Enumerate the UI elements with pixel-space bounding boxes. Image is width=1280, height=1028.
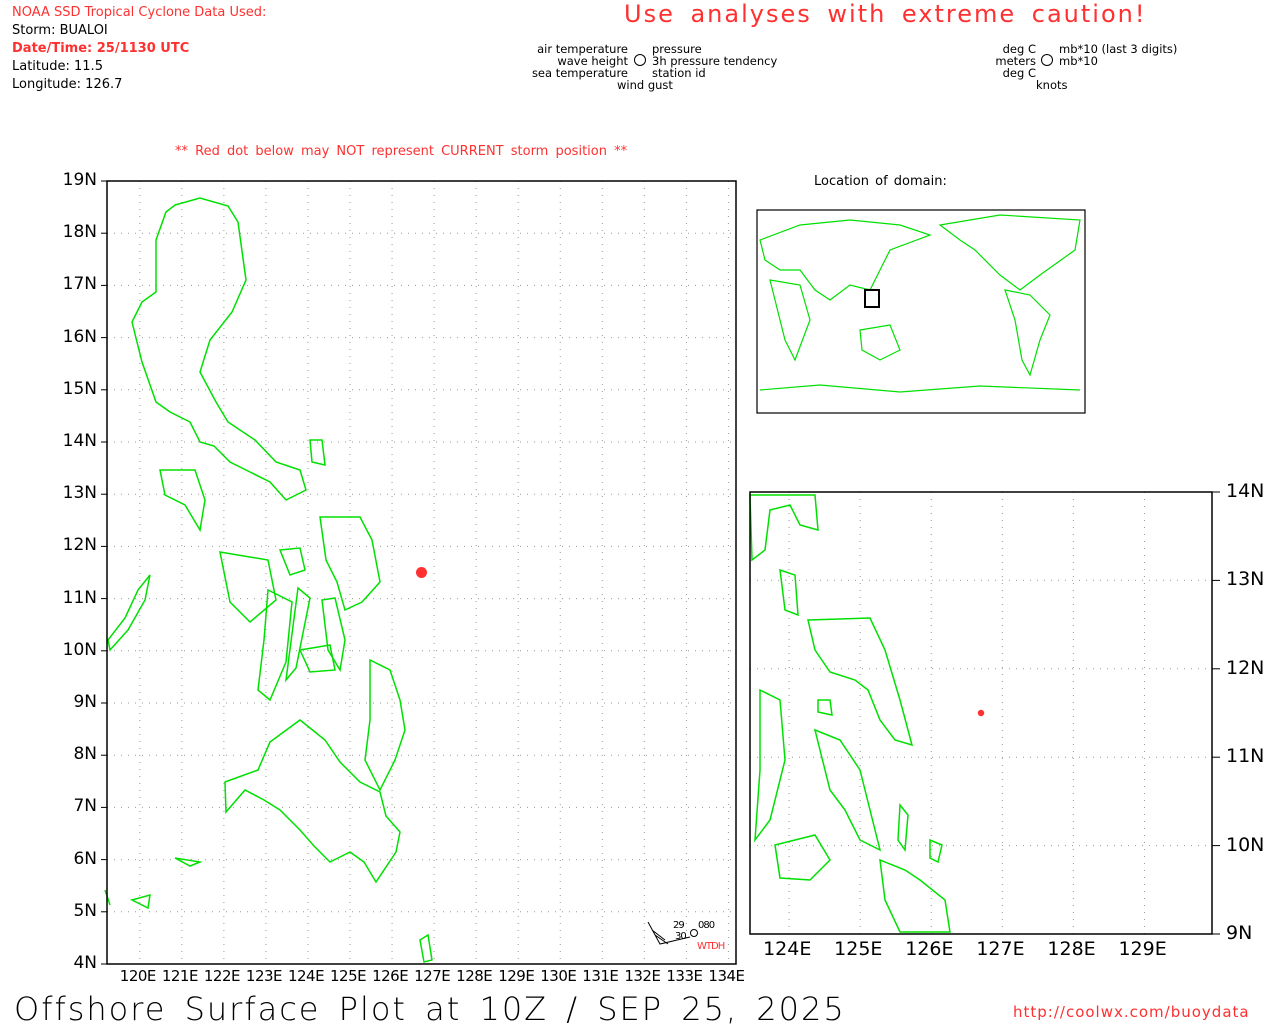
- lon-tick-label: 125E: [834, 938, 883, 960]
- lon-tick-label: 128E: [1047, 938, 1096, 960]
- lat-tick-label: 6N: [73, 848, 97, 869]
- lon-tick-label: 125E: [330, 967, 367, 985]
- zoom-mindanao-coast: [879, 858, 951, 933]
- lat-tick-label: 14N: [1226, 480, 1265, 502]
- lat-tick-label: 12N: [62, 535, 97, 556]
- domain-locator-map: [756, 209, 1086, 414]
- station-id: WTDH: [697, 941, 725, 952]
- sulu-islands-coast: [104, 857, 203, 910]
- palawan-coast: [107, 574, 151, 652]
- talaud-coast: [419, 933, 433, 963]
- lon-tick-label: 121E: [161, 967, 199, 985]
- zoom-storm-position-marker[interactable]: [977, 709, 985, 717]
- lat-tick-label: 19N: [62, 170, 97, 190]
- lat-tick-label: 8N: [73, 744, 97, 765]
- negros-coast: [257, 588, 293, 702]
- zoom-map-coastlines: [749, 494, 951, 933]
- zoom-islands-coast: [779, 568, 943, 864]
- lat-tick-label: 18N: [62, 222, 97, 243]
- lat-tick-label: 5N: [73, 900, 97, 921]
- bohol-coast: [298, 644, 336, 673]
- zoom-leyte-coast: [813, 728, 882, 852]
- zoom-luzon-coast: [749, 494, 819, 562]
- lat-tick-label: 10N: [1226, 833, 1265, 856]
- zoom-cebu-coast: [754, 688, 786, 843]
- units-station-circle-icon: [1041, 54, 1053, 66]
- main-map-coastlines: [104, 197, 433, 963]
- zoom-bohol-coast: [774, 834, 831, 881]
- lat-tick-label: 17N: [62, 274, 97, 295]
- lat-tick-label: 9N: [1226, 922, 1253, 944]
- lat-tick-label: 4N: [73, 953, 97, 973]
- lat-tick-label: 11N: [1226, 745, 1265, 768]
- lon-tick-label: 127E: [976, 938, 1025, 960]
- lon-tick-label: 130E: [540, 967, 577, 985]
- globe-frame: [756, 209, 1086, 414]
- station-circle-icon: [690, 929, 698, 937]
- mindanao-north-coast: [364, 658, 406, 792]
- polillo-coast: [309, 439, 326, 466]
- lon-tick-label: 128E: [456, 967, 493, 985]
- lat-tick-label: 12N: [1226, 656, 1265, 679]
- lat-tick-label: 9N: [73, 692, 97, 712]
- storm-position-marker[interactable]: [416, 567, 427, 578]
- source-url-link[interactable]: http://coolwx.com/buoydata: [1013, 1003, 1250, 1021]
- mindanao-coast: [224, 719, 401, 884]
- luzon-coast: [131, 197, 307, 501]
- panay-coast: [219, 551, 277, 624]
- lat-tick-label: 13N: [62, 483, 97, 504]
- lon-tick-label: 133E: [666, 967, 703, 985]
- lon-tick-label: 126E: [372, 967, 409, 985]
- station-sea-temp: 30: [675, 931, 687, 942]
- lon-tick-label: 120E: [119, 967, 157, 985]
- lon-tick-label: 124E: [763, 938, 812, 960]
- lon-tick-label: 132E: [624, 967, 661, 985]
- lat-tick-label: 7N: [73, 796, 97, 817]
- lon-tick-label: 123E: [245, 967, 283, 985]
- lat-tick-label: 14N: [62, 431, 97, 451]
- lon-tick-label: 129E: [1118, 938, 1167, 960]
- lon-tick-label: 126E: [905, 938, 954, 960]
- lon-tick-label: 127E: [414, 967, 451, 985]
- lon-tick-label: 124E: [287, 967, 325, 985]
- lat-tick-label: 15N: [62, 378, 97, 399]
- legend-station-circle-icon: [634, 54, 646, 66]
- lon-tick-label: 134E: [708, 967, 745, 985]
- lon-tick-label: 122E: [203, 967, 241, 985]
- lon-tick-label: 131E: [582, 967, 619, 985]
- lat-tick-label: 13N: [1226, 568, 1265, 591]
- lat-tick-label: 11N: [62, 587, 97, 608]
- lon-tick-label: 129E: [498, 967, 535, 985]
- masbate-coast: [278, 547, 306, 576]
- mindoro-coast: [159, 469, 206, 533]
- cebu-coast: [284, 586, 311, 683]
- lat-tick-label: 10N: [62, 639, 97, 660]
- station-air-temp: 29: [673, 920, 685, 931]
- station-pressure: 080: [698, 920, 715, 931]
- plot-title: Offshore Surface Plot at 10Z / SEP 25, 2…: [14, 990, 846, 1028]
- lat-tick-label: 16N: [62, 326, 97, 347]
- samar-coast: [319, 516, 381, 612]
- map-canvas: [101, 54, 1220, 965]
